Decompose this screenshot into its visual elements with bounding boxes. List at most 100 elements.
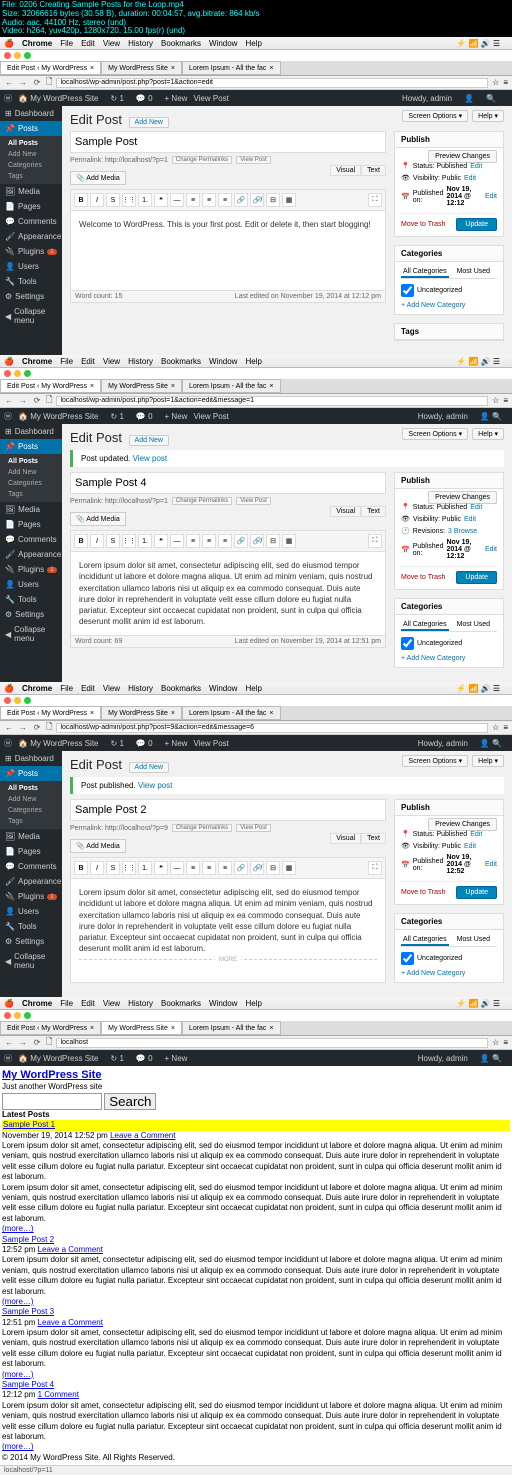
address-input[interactable] bbox=[56, 78, 488, 88]
mostused-tab[interactable]: Most Used bbox=[455, 267, 492, 278]
quote-button[interactable]: ❝ bbox=[154, 193, 168, 207]
revisions-link[interactable]: 3 Browse bbox=[448, 528, 477, 535]
add-new-button[interactable]: Add New bbox=[129, 117, 169, 128]
howdy[interactable]: Howdy, admin bbox=[402, 94, 452, 103]
sidebar-allposts[interactable]: All Posts bbox=[0, 138, 62, 149]
close-icon[interactable]: × bbox=[269, 65, 273, 72]
close-icon[interactable]: × bbox=[171, 65, 175, 72]
address-input-2[interactable] bbox=[56, 396, 488, 406]
sidebar-addnew[interactable]: Add New bbox=[0, 149, 62, 160]
post-content-2[interactable]: Lorem ipsum dolor sit amet, consectetur … bbox=[70, 552, 386, 636]
strike-button[interactable]: S bbox=[106, 193, 120, 207]
search-icon[interactable]: 🔍 bbox=[486, 94, 496, 103]
change-permalinks-button[interactable]: Change Permalinks bbox=[172, 156, 232, 164]
hr-button[interactable]: — bbox=[170, 193, 184, 207]
address-input-3[interactable] bbox=[56, 723, 488, 733]
sidebar-media[interactable]: 🖼 Media bbox=[0, 184, 62, 199]
tab-site[interactable]: My WordPress Site × bbox=[101, 61, 182, 75]
bookmark-icon[interactable]: ☆ bbox=[492, 78, 499, 87]
one-comment-link[interactable]: 1 Comment bbox=[38, 1390, 79, 1399]
edit-date-link[interactable]: Edit bbox=[485, 193, 497, 200]
fullscreen-button[interactable]: ⛶ bbox=[368, 193, 382, 207]
sidebar-tags[interactable]: Tags bbox=[0, 171, 62, 182]
updates-link[interactable]: ↻ 1 bbox=[111, 94, 130, 103]
more-link[interactable]: (more…) bbox=[2, 1224, 34, 1233]
help-button[interactable]: Help ▾ bbox=[472, 110, 504, 122]
eye-icon: 👁 bbox=[401, 174, 410, 182]
post-link-sp1[interactable]: Sample Post 1 bbox=[3, 1120, 55, 1129]
add-media-button[interactable]: 📎 Add Media bbox=[70, 171, 126, 185]
text-tab[interactable]: Text bbox=[361, 165, 386, 176]
sidebar-comments[interactable]: 💬 Comments bbox=[0, 214, 62, 229]
reload-icon[interactable]: ⟳ bbox=[32, 78, 42, 87]
sidebar-tools[interactable]: 🔧 Tools bbox=[0, 274, 62, 289]
bold-button[interactable]: B bbox=[74, 193, 88, 207]
post-link-sp4[interactable]: Sample Post 4 bbox=[2, 1380, 54, 1389]
maximize-window[interactable] bbox=[24, 52, 31, 59]
unlink-button[interactable]: 🔗̸ bbox=[250, 193, 264, 207]
new-link[interactable]: + New bbox=[165, 94, 188, 103]
add-category-link[interactable]: + Add New Category bbox=[401, 302, 497, 309]
more-button[interactable]: ⊟ bbox=[266, 193, 280, 207]
browser-tabs: Edit Post ‹ My WordPress × My WordPress … bbox=[0, 61, 512, 76]
leave-comment-link[interactable]: Leave a Comment bbox=[110, 1131, 175, 1140]
view-post-button[interactable]: View Post bbox=[236, 156, 271, 164]
update-button[interactable]: Update bbox=[456, 218, 497, 231]
apple-icon[interactable]: 🍎 bbox=[4, 39, 14, 48]
site-link[interactable]: 🏠 My WordPress Site bbox=[18, 94, 105, 103]
post-content[interactable]: Welcome to WordPress. This is your first… bbox=[70, 211, 386, 291]
ul-button[interactable]: ⋮⋮ bbox=[122, 193, 136, 207]
wp-logo-icon[interactable]: ⓦ bbox=[4, 93, 12, 104]
post-title-input-2[interactable] bbox=[70, 472, 386, 494]
toolbar-toggle-button[interactable]: ▦ bbox=[282, 193, 296, 207]
close-icon[interactable]: × bbox=[90, 65, 94, 72]
mac-menubar-2: 🍎 Chrome FileEditViewHistoryBookmarksWin… bbox=[0, 355, 512, 368]
post-content-3[interactable]: Lorem ipsum dolor sit amet, consectetur … bbox=[70, 879, 386, 983]
sidebar-collapse[interactable]: ◀ Collapse menu bbox=[0, 304, 62, 328]
sidebar-settings[interactable]: ⚙ Settings bbox=[0, 289, 62, 304]
search-input[interactable] bbox=[2, 1093, 102, 1110]
allcats-tab[interactable]: All Categories bbox=[401, 267, 449, 278]
link-button[interactable]: 🔗 bbox=[234, 193, 248, 207]
post-title-input-3[interactable] bbox=[70, 799, 386, 821]
app-name[interactable]: Chrome bbox=[22, 39, 52, 48]
screen-options-button[interactable]: Screen Options ▾ bbox=[402, 110, 468, 122]
ol-button[interactable]: 1. bbox=[138, 193, 152, 207]
sidebar-categories[interactable]: Categories bbox=[0, 160, 62, 171]
comments-link[interactable]: 💬 0 bbox=[136, 94, 159, 103]
tab-editpost[interactable]: Edit Post ‹ My WordPress × bbox=[0, 61, 101, 75]
sidebar-dashboard[interactable]: ⊞ Dashboard bbox=[0, 106, 62, 121]
address-input-4[interactable] bbox=[56, 1038, 488, 1048]
sidebar-users[interactable]: 👤 Users bbox=[0, 259, 62, 274]
uncat-checkbox[interactable] bbox=[401, 284, 414, 297]
avatar-icon[interactable]: 👤 bbox=[464, 94, 474, 103]
post-link-sp2[interactable]: Sample Post 2 bbox=[2, 1235, 54, 1244]
viewpost-link[interactable]: View post bbox=[133, 454, 168, 463]
post-link-sp3[interactable]: Sample Post 3 bbox=[2, 1307, 54, 1316]
search-button[interactable] bbox=[104, 1093, 156, 1110]
sidebar-plugins[interactable]: 🔌 Plugins 1 bbox=[0, 244, 62, 259]
trash-link[interactable]: Move to Trash bbox=[401, 221, 445, 228]
sidebar-appearance[interactable]: 🖌 Appearance bbox=[0, 229, 62, 244]
italic-button[interactable]: I bbox=[90, 193, 104, 207]
menu-icon[interactable]: ≡ bbox=[503, 78, 508, 87]
tab-lorem[interactable]: Lorem Ipsum - All the fac × bbox=[182, 61, 281, 75]
sidebar-pages[interactable]: 📄 Pages bbox=[0, 199, 62, 214]
publish-box: Publish Preview Changes 📍Status: Publish… bbox=[394, 131, 504, 237]
sidebar-posts[interactable]: 📌 Posts bbox=[0, 121, 62, 136]
forward-icon[interactable]: → bbox=[18, 78, 28, 87]
post-title-input[interactable] bbox=[70, 131, 386, 153]
align-right-button[interactable]: ≡ bbox=[218, 193, 232, 207]
viewpost-link[interactable]: View Post bbox=[193, 94, 228, 103]
align-left-button[interactable]: ≡ bbox=[186, 193, 200, 207]
wp-adminbar: ⓦ 🏠 My WordPress Site ↻ 1 💬 0 + New View… bbox=[0, 90, 512, 106]
close-window[interactable] bbox=[4, 52, 11, 59]
visual-tab[interactable]: Visual bbox=[330, 165, 361, 176]
align-center-button[interactable]: ≡ bbox=[202, 193, 216, 207]
edit-status-link[interactable]: Edit bbox=[470, 163, 482, 170]
site-title[interactable]: My WordPress Site bbox=[2, 1068, 510, 1082]
minimize-window[interactable] bbox=[14, 52, 21, 59]
back-icon[interactable]: ← bbox=[4, 78, 14, 87]
edit-visibility-link[interactable]: Edit bbox=[464, 175, 476, 182]
preview-button[interactable]: Preview Changes bbox=[428, 150, 497, 163]
